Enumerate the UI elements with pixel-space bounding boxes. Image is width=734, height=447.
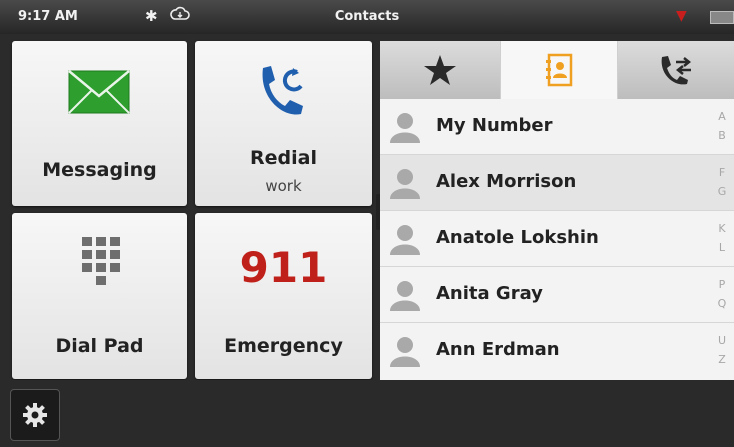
avatar-icon [390, 169, 420, 199]
index-letter: A [718, 110, 726, 123]
settings-button[interactable] [10, 389, 60, 441]
phone-redial-icon [262, 66, 303, 115]
contact-row[interactable]: Anatole Lokshin KL [380, 211, 734, 267]
index-letters[interactable]: UZ [716, 331, 728, 369]
contact-row[interactable]: My Number AB [380, 99, 734, 155]
redial-sublabel: work [265, 177, 302, 195]
index-letter: L [718, 241, 726, 254]
contact-row[interactable]: Ann Erdman UZ [380, 323, 734, 380]
contact-row[interactable]: Alex Morrison FG [380, 155, 734, 211]
index-letter: U [717, 334, 727, 347]
index-letter: F [718, 166, 726, 179]
index-letters[interactable]: KL [716, 219, 728, 257]
messaging-label: Messaging [42, 159, 157, 181]
index-letter: B [718, 129, 726, 142]
emergency-number: 911 [239, 243, 328, 292]
dial-pad-label: Dial Pad [55, 335, 144, 357]
index-letters[interactable]: PQ [716, 275, 728, 313]
index-letter: Q [717, 297, 727, 310]
screen-title: Contacts [334, 9, 400, 24]
avatar-icon [390, 337, 420, 367]
tab-contacts[interactable] [501, 41, 617, 99]
envelope-icon [68, 70, 130, 114]
contact-name: Alex Morrison [436, 171, 577, 192]
redial-label: Redial [250, 147, 317, 169]
avatar-icon [390, 113, 420, 143]
messaging-tile[interactable]: Messaging [12, 41, 187, 206]
contact-card-icon [546, 53, 573, 87]
avatar-icon [390, 281, 420, 311]
index-letter: Z [718, 353, 726, 366]
star-icon [424, 55, 456, 85]
index-letters[interactable]: FG [716, 163, 728, 201]
gear-icon [23, 403, 47, 427]
call-log-icon [661, 56, 692, 85]
contact-name: Anita Gray [436, 283, 543, 304]
contact-name: Anatole Lokshin [436, 227, 599, 248]
emergency-label: Emergency [224, 335, 343, 357]
redial-tile[interactable]: Redial work [195, 41, 372, 206]
contacts-tabs [380, 41, 734, 100]
index-letters[interactable]: AB [716, 107, 728, 145]
signal-icon: ▼ [676, 8, 687, 24]
contact-name: Ann Erdman [436, 339, 560, 360]
contact-name: My Number [436, 115, 553, 136]
emergency-tile[interactable]: 911 Emergency [195, 213, 372, 379]
dial-pad-tile[interactable]: Dial Pad [12, 213, 187, 379]
contact-row[interactable]: Anita Gray PQ [380, 267, 734, 323]
index-letter: P [718, 278, 726, 291]
tab-favorites[interactable] [380, 41, 500, 100]
index-letter: G [717, 185, 727, 198]
bottom-bar [0, 380, 734, 447]
tab-recent[interactable] [618, 41, 734, 100]
contacts-panel: My Number AB Alex Morrison FG Anatole Lo… [380, 41, 734, 380]
battery-icon [710, 11, 734, 24]
index-letter: K [718, 222, 726, 235]
status-bar: 9:17 AM ✱ Contacts ▼ [0, 0, 734, 34]
keypad-icon [82, 237, 120, 285]
avatar-icon [390, 225, 420, 255]
